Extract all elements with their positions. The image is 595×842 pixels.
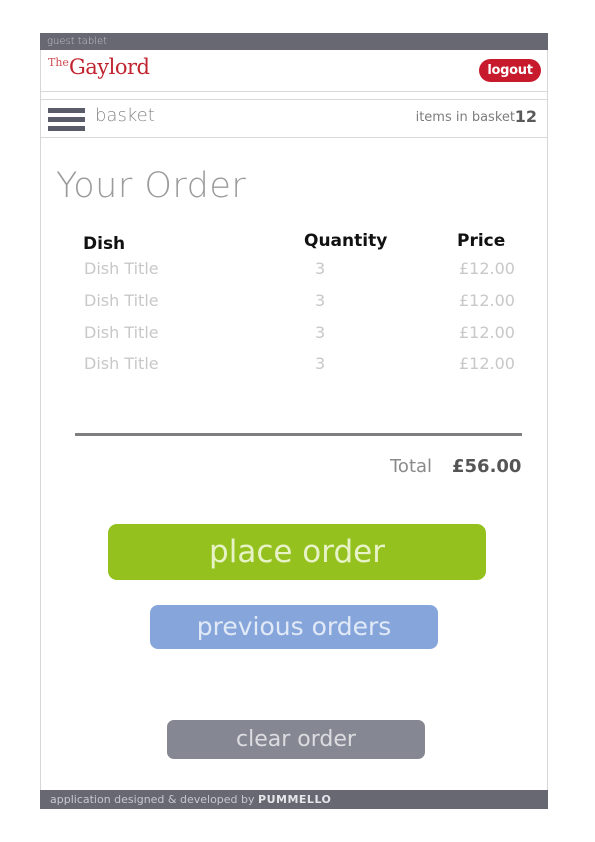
row-quantity: 3 — [315, 291, 326, 310]
items-in-basket-label: items in basket — [415, 110, 515, 125]
row-price: £12.00 — [459, 259, 515, 278]
previous-orders-button[interactable]: previous orders — [150, 605, 438, 649]
column-header-quantity: Quantity — [304, 231, 388, 251]
gaylord-logo: TheGaylord — [48, 55, 150, 79]
total-label: Total — [390, 456, 433, 477]
logout-button[interactable]: logout — [479, 59, 541, 82]
clear-order-button[interactable]: clear order — [167, 720, 425, 759]
row-price: £12.00 — [459, 291, 515, 310]
row-price: £12.00 — [459, 323, 515, 342]
row-dish: Dish Title — [84, 323, 159, 342]
column-header-dish: Dish — [83, 234, 126, 254]
footer-credit: application designed & developed by PUMM… — [40, 790, 548, 809]
footer-brand: PUMMELLO — [258, 793, 332, 806]
total-value: £56.00 — [452, 456, 522, 477]
place-order-button[interactable]: place order — [108, 524, 486, 580]
logo-name: Gaylord — [68, 55, 150, 79]
hamburger-menu-icon[interactable] — [48, 108, 85, 132]
row-quantity: 3 — [315, 354, 326, 373]
section-title: basket — [95, 105, 155, 126]
row-dish: Dish Title — [84, 291, 159, 310]
items-in-basket-count: 12 — [514, 107, 537, 126]
basket-navbar: basket items in basket 12 — [41, 99, 547, 138]
logo-the: The — [48, 56, 69, 69]
page-title: Your Order — [56, 166, 247, 206]
row-price: £12.00 — [459, 354, 515, 373]
guest-tablet-label: guest tablet — [47, 36, 108, 47]
footer-text: application designed & developed by — [50, 793, 255, 806]
row-dish: Dish Title — [84, 354, 159, 373]
row-quantity: 3 — [315, 323, 326, 342]
top-status-bar: guest tablet — [40, 33, 548, 50]
row-dish: Dish Title — [84, 259, 159, 278]
tablet-frame — [40, 33, 548, 809]
brand-header: TheGaylord logout — [41, 50, 547, 92]
total-divider — [75, 433, 522, 436]
row-quantity: 3 — [315, 259, 326, 278]
column-header-price: Price — [457, 231, 506, 251]
